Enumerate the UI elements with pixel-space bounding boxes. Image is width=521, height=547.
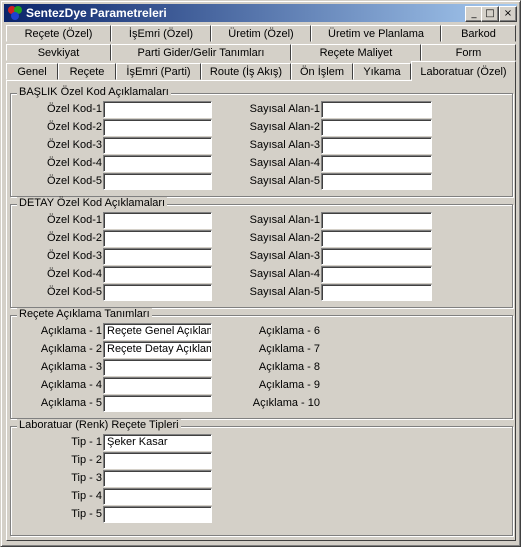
baslik-ozel-kod-2-input[interactable] [103, 119, 212, 136]
recete-aciklama-label: Açıklama - 5 [40, 397, 102, 409]
detay-ozel-label: Özel Kod-3 [46, 250, 102, 262]
baslik-ozel-label: Özel Kod-4 [46, 157, 102, 169]
detay-sayisal-alan-2-input[interactable] [321, 230, 432, 247]
aciklama-5-input[interactable] [103, 395, 212, 412]
detay-sayisal-label: Sayısal Alan-4 [249, 268, 320, 280]
detay-sayisal-label: Sayısal Alan-3 [249, 250, 320, 262]
tab-panel-laboratuar: BAŞLIK Özel Kod Açıklamaları Özel Kod-1 … [6, 80, 516, 541]
title-bar: SentezDye Parametreleri _ □ × [4, 4, 517, 22]
baslik-sayisal-alan-5-input[interactable] [321, 173, 432, 190]
baslik-legend: BAŞLIK Özel Kod Açıklamaları [17, 86, 171, 98]
detay-ozel-kod-1-input[interactable] [103, 212, 212, 229]
recete-aciklama-label: Açıklama - 4 [40, 379, 102, 391]
lab-tip-label: Tip - 1 [71, 436, 102, 448]
baslik-ozel-kod-5-input[interactable] [103, 173, 212, 190]
tab-route-is-akis[interactable]: Route (İş Akış) [201, 63, 291, 80]
detay-group: DETAY Özel Kod Açıklamaları Özel Kod-1 Ö… [10, 197, 513, 308]
tab-laboratuar-ozel[interactable]: Laboratuar (Özel) [411, 61, 516, 81]
tab-isemri-parti[interactable]: İşEmri (Parti) [116, 63, 201, 80]
tab-uretim-planlama[interactable]: Üretim ve Planlama [311, 25, 441, 42]
tab-form[interactable]: Form [421, 44, 516, 61]
baslik-ozel-label: Özel Kod-2 [46, 121, 102, 133]
recete-aciklama-label: Açıklama - 10 [252, 397, 320, 409]
detay-sayisal-alan-3-input[interactable] [321, 248, 432, 265]
baslik-sayisal-label: Sayısal Alan-1 [249, 103, 320, 115]
tab-on-islem[interactable]: Ön İşlem [291, 63, 353, 80]
tab-genel[interactable]: Genel [6, 63, 58, 80]
window-title: SentezDye Parametreleri [26, 6, 167, 20]
detay-ozel-kod-2-input[interactable] [103, 230, 212, 247]
baslik-sayisal-alan-4-input[interactable] [321, 155, 432, 172]
detay-sayisal-label: Sayısal Alan-5 [249, 286, 320, 298]
laboratuar-tipleri-legend: Laboratuar (Renk) Reçete Tipleri [17, 419, 181, 431]
tab-uretim-ozel[interactable]: Üretim (Özel) [211, 25, 311, 42]
recete-aciklama-label: Açıklama - 8 [258, 361, 320, 373]
tip-1-input[interactable]: Şeker Kasar [103, 434, 212, 451]
detay-ozel-label: Özel Kod-2 [46, 232, 102, 244]
baslik-sayisal-alan-3-input[interactable] [321, 137, 432, 154]
lab-tip-label: Tip - 4 [71, 490, 102, 502]
tab-barkod[interactable]: Barkod [441, 25, 516, 42]
tab-recete[interactable]: Reçete [58, 63, 116, 80]
detay-ozel-label: Özel Kod-4 [46, 268, 102, 280]
detay-sayisal-label: Sayısal Alan-2 [249, 232, 320, 244]
detay-ozel-label: Özel Kod-5 [46, 286, 102, 298]
detay-legend: DETAY Özel Kod Açıklamaları [17, 197, 168, 209]
detay-ozel-kod-3-input[interactable] [103, 248, 212, 265]
tip-3-input[interactable] [103, 470, 212, 487]
detay-sayisal-alan-4-input[interactable] [321, 266, 432, 283]
recete-aciklama-group: Reçete Açıklama Tanımları Açıklama - 1 R… [10, 308, 513, 419]
lab-tip-label: Tip - 5 [71, 508, 102, 520]
recete-aciklama-legend: Reçete Açıklama Tanımları [17, 308, 152, 320]
tab-recete-maliyet[interactable]: Reçete Maliyet [291, 44, 421, 61]
tab-yikama[interactable]: Yıkama [353, 63, 411, 80]
baslik-ozel-label: Özel Kod-5 [46, 175, 102, 187]
aciklama-3-input[interactable] [103, 359, 212, 376]
baslik-sayisal-label: Sayısal Alan-5 [249, 175, 320, 187]
aciklama-4-input[interactable] [103, 377, 212, 394]
recete-aciklama-label: Açıklama - 9 [258, 379, 320, 391]
baslik-sayisal-alan-2-input[interactable] [321, 119, 432, 136]
detay-ozel-kod-5-input[interactable] [103, 284, 212, 301]
aciklama-1-input[interactable]: Reçete Genel Açıklam [103, 323, 212, 340]
tab-sevkiyat[interactable]: Sevkiyat [6, 44, 111, 61]
baslik-ozel-kod-3-input[interactable] [103, 137, 212, 154]
baslik-ozel-kod-1-input[interactable] [103, 101, 212, 118]
maximize-button[interactable]: □ [481, 6, 499, 22]
lab-tip-label: Tip - 2 [71, 454, 102, 466]
detay-sayisal-label: Sayısal Alan-1 [249, 214, 320, 226]
baslik-ozel-kod-4-input[interactable] [103, 155, 212, 172]
parameters-window: SentezDye Parametreleri _ □ × Reçete (Öz… [0, 0, 521, 547]
tip-4-input[interactable] [103, 488, 212, 505]
recete-aciklama-label: Açıklama - 3 [40, 361, 102, 373]
app-icon [8, 6, 22, 20]
recete-aciklama-label: Açıklama - 6 [258, 325, 320, 337]
baslik-sayisal-label: Sayısal Alan-2 [249, 121, 320, 133]
baslik-sayisal-label: Sayısal Alan-4 [249, 157, 320, 169]
tab-isemri-ozel[interactable]: İşEmri (Özel) [111, 25, 211, 42]
recete-aciklama-label: Açıklama - 2 [40, 343, 102, 355]
detay-ozel-kod-4-input[interactable] [103, 266, 212, 283]
detay-sayisal-alan-5-input[interactable] [321, 284, 432, 301]
tip-2-input[interactable] [103, 452, 212, 469]
aciklama-2-input[interactable]: Reçete Detay Açıklam [103, 341, 212, 358]
detay-ozel-label: Özel Kod-1 [46, 214, 102, 226]
baslik-ozel-label: Özel Kod-1 [46, 103, 102, 115]
laboratuar-tipleri-group: Laboratuar (Renk) Reçete Tipleri Tip - 1… [10, 419, 513, 536]
baslik-sayisal-alan-1-input[interactable] [321, 101, 432, 118]
baslik-sayisal-label: Sayısal Alan-3 [249, 139, 320, 151]
recete-aciklama-label: Açıklama - 7 [258, 343, 320, 355]
tab-parti-gider-gelir[interactable]: Parti Gider/Gelir Tanımları [111, 44, 291, 61]
tab-recete-ozel[interactable]: Reçete (Özel) [6, 25, 111, 42]
tip-5-input[interactable] [103, 506, 212, 523]
baslik-group: BAŞLIK Özel Kod Açıklamaları Özel Kod-1 … [10, 86, 513, 197]
close-button[interactable]: × [499, 6, 517, 22]
detay-sayisal-alan-1-input[interactable] [321, 212, 432, 229]
baslik-ozel-label: Özel Kod-3 [46, 139, 102, 151]
lab-tip-label: Tip - 3 [71, 472, 102, 484]
recete-aciklama-label: Açıklama - 1 [40, 325, 102, 337]
